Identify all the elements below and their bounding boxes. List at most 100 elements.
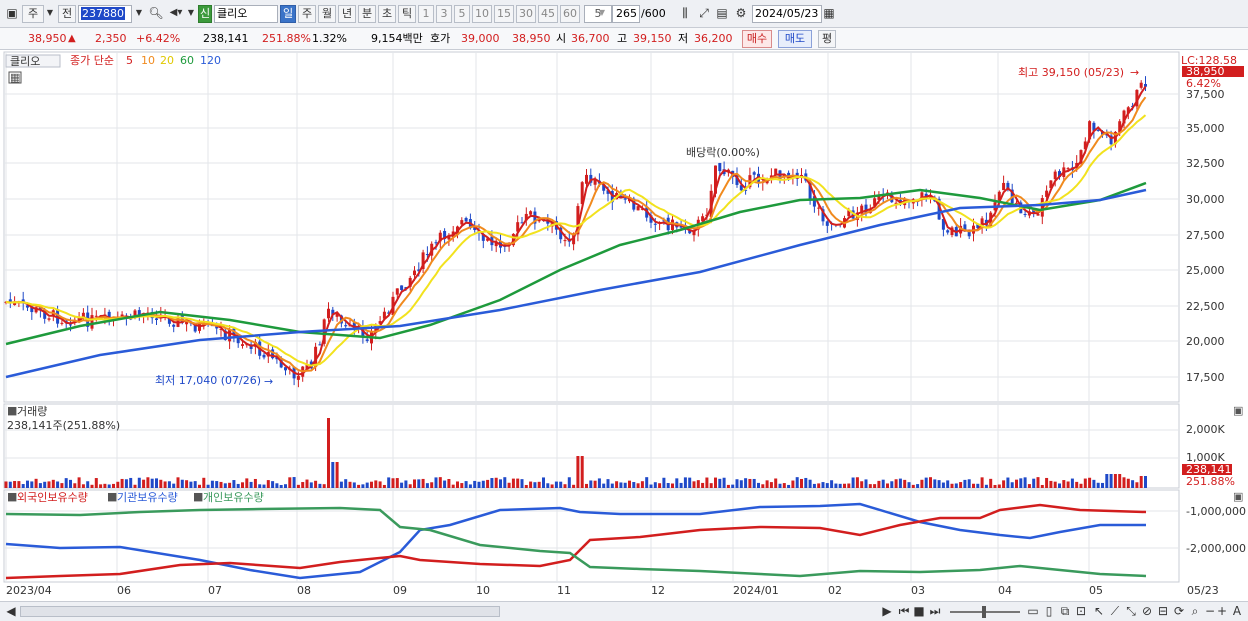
volume-bar (834, 483, 838, 488)
trend-tool-icon[interactable]: ⤡ (1124, 603, 1138, 621)
period-tab-second[interactable]: 초 (378, 5, 396, 23)
period-tab-year[interactable]: 년 (338, 5, 356, 23)
volume-bar (473, 480, 477, 488)
layout-icon[interactable]: ▭ (1026, 603, 1040, 621)
minus-icon[interactable]: − (1204, 603, 1216, 621)
flat-button[interactable]: 평 (818, 30, 836, 48)
speaker-dropdown-icon[interactable]: ▼ (186, 5, 196, 23)
volume-bar (296, 484, 300, 488)
volume-bar (99, 484, 103, 488)
volume-bar (266, 480, 270, 488)
zoom-slider-handle[interactable] (982, 606, 986, 618)
search-icon[interactable]: ⌕ (1188, 603, 1202, 621)
interval-60[interactable]: 60 (560, 5, 580, 23)
period-tab-minute[interactable]: 분 (358, 5, 376, 23)
market-type-select[interactable]: 주 (22, 5, 44, 23)
forward-icon[interactable]: ⏭ (928, 603, 942, 621)
plus-icon[interactable]: + (1216, 603, 1228, 621)
text-icon[interactable]: A (1230, 603, 1244, 621)
interval-10[interactable]: 10 (472, 5, 492, 23)
zoom-tool-icon[interactable]: ⊘ (1140, 603, 1154, 621)
stock-name-field[interactable]: 클리오 (214, 5, 278, 23)
volume-bar (640, 481, 644, 488)
volume-bar (361, 484, 365, 488)
buy-button[interactable]: 매수 (742, 30, 772, 48)
pointer-icon[interactable]: ↖ (1092, 603, 1106, 621)
gear-icon[interactable]: ⚙ (732, 5, 750, 23)
window-icon[interactable]: ⊡ (1074, 603, 1088, 621)
sell-button[interactable]: 매도 (778, 30, 812, 48)
volume-bar (486, 479, 490, 488)
save-icon[interactable]: ▤ (714, 5, 730, 23)
interval-dropdown-icon[interactable]: ▼ (596, 5, 608, 23)
scroll-track[interactable] (20, 606, 500, 617)
candle-body (653, 223, 657, 225)
refresh-icon[interactable]: ⟳ (1172, 603, 1186, 621)
volume-bar (1122, 477, 1126, 488)
volume-bar (1058, 483, 1061, 488)
price-panel[interactable] (3, 51, 1180, 403)
volume-bar (322, 484, 326, 488)
image-icon[interactable]: ⊟ (1156, 603, 1170, 621)
chevron-down-icon[interactable]: ▼ (44, 5, 56, 23)
volume-bar (477, 481, 481, 488)
calendar-icon[interactable]: ▦ (822, 5, 836, 23)
sell-label: 매도 (784, 32, 806, 45)
volume-bar (198, 484, 201, 488)
line-tool-icon[interactable]: ⟋ (1108, 603, 1122, 621)
interval-3[interactable]: 3 (436, 5, 452, 23)
period-tab-month[interactable]: 월 (318, 5, 336, 23)
ma120-label: 120 (200, 54, 221, 67)
calculator-glyph: ▦ (10, 71, 20, 84)
prev-button[interactable]: 전 (58, 5, 76, 23)
count-input[interactable]: 265 (612, 5, 640, 23)
date-input[interactable]: 2024/05/23 (752, 5, 822, 23)
interval-30[interactable]: 30 (516, 5, 536, 23)
interval-1[interactable]: 1 (418, 5, 434, 23)
chart-area[interactable]: 클리오 종가 단순 5 10 20 60 120 ▦ LC:128.58 38,… (0, 50, 1248, 621)
volume-bar (984, 484, 988, 488)
scroll-left-icon[interactable]: ◀ (4, 603, 18, 621)
interval-5[interactable]: 5 (454, 5, 470, 23)
open-label: 시 (556, 32, 567, 45)
period-tab-week[interactable]: 주 (298, 5, 316, 23)
volume-bar (494, 477, 498, 488)
layout-split-icon[interactable]: ▯ (1042, 603, 1056, 621)
volume-bar (1002, 480, 1006, 488)
chart-type-icon[interactable]: ⫼ (676, 5, 694, 23)
volume-bar (907, 482, 911, 488)
maximize-icon[interactable]: ▣ (1233, 490, 1243, 503)
scroll-bar[interactable]: ◀ ▶ ⏮ ■ ⏭ ▭ ▯ ⧉ ⊡ ↖ ⟋ ⤡ ⊘ ⊟ ⟳ ⌕ − + A (0, 601, 1248, 621)
speaker-icon[interactable]: ◀▾ (166, 5, 186, 23)
window-icon[interactable]: ▣ (4, 5, 20, 23)
volume-bar (739, 480, 743, 488)
volume-bar (288, 477, 292, 488)
market-type-label: 주 (27, 7, 39, 20)
volume-bar (838, 483, 842, 488)
scroll-right-icon[interactable]: ▶ (880, 603, 894, 621)
search-icon[interactable]: 🔍︎ (148, 5, 164, 23)
volume-bar (1096, 482, 1100, 488)
period-tab-tick[interactable]: 틱 (398, 5, 416, 23)
stop-icon[interactable]: ■ (912, 603, 926, 621)
volume-bar (524, 484, 528, 488)
volume-bar (864, 479, 868, 488)
volume-bar (43, 481, 47, 488)
period-label: 초 (381, 7, 393, 20)
volume-bar (443, 480, 447, 488)
interval-45[interactable]: 45 (538, 5, 558, 23)
period-tab-day[interactable]: 일 (280, 5, 296, 23)
candle-body (1096, 129, 1100, 131)
bid-price: 38,950 (512, 32, 551, 45)
volume-bar (490, 478, 494, 488)
rewind-icon[interactable]: ⏮ (896, 603, 912, 621)
drawing-tool-icon[interactable]: ⤢ (696, 5, 712, 23)
interval-15[interactable]: 15 (494, 5, 514, 23)
stock-code-input[interactable]: 237880 (78, 5, 132, 23)
maximize-icon[interactable]: ▣ (1233, 404, 1243, 417)
date-value: 2024/05/23 (755, 7, 819, 20)
code-dropdown-icon[interactable]: ▼ (132, 5, 146, 23)
low-price: 36,200 (694, 32, 733, 45)
volume-panel[interactable] (3, 403, 1180, 489)
copy-icon[interactable]: ⧉ (1058, 603, 1072, 621)
